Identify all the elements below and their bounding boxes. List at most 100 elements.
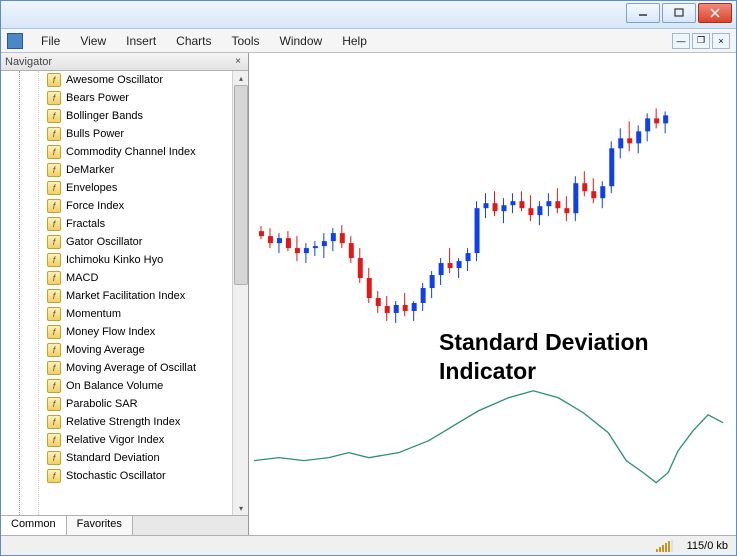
function-icon: f bbox=[47, 415, 61, 429]
function-icon: f bbox=[47, 91, 61, 105]
navigator-tabs: Common Favorites bbox=[1, 515, 248, 535]
chart-area[interactable]: Standard Deviation Indicator bbox=[249, 53, 736, 535]
indicator-item[interactable]: f Money Flow Index bbox=[39, 323, 232, 341]
connection-bars-icon bbox=[656, 540, 673, 552]
indicator-item[interactable]: f Stochastic Oscillator bbox=[39, 467, 232, 485]
function-icon: f bbox=[47, 469, 61, 483]
function-icon: f bbox=[47, 127, 61, 141]
function-icon: f bbox=[47, 289, 61, 303]
function-icon: f bbox=[47, 235, 61, 249]
indicator-label: Bollinger Bands bbox=[66, 110, 143, 122]
indicator-item[interactable]: fDeMarker bbox=[39, 161, 232, 179]
scroll-down-icon[interactable]: ▾ bbox=[234, 501, 248, 515]
indicator-item[interactable]: fBears Power bbox=[39, 89, 232, 107]
annotation-line2: Indicator bbox=[439, 357, 649, 386]
minimize-button[interactable] bbox=[626, 3, 660, 23]
function-icon: f bbox=[47, 271, 61, 285]
scrollbar[interactable]: ▴ ▾ bbox=[232, 71, 248, 515]
indicator-item[interactable]: f Awesome Oscillator bbox=[39, 71, 232, 89]
indicator-item[interactable]: f Moving Average of Oscillat bbox=[39, 359, 232, 377]
menubar: File View Insert Charts Tools Window Hel… bbox=[1, 29, 736, 53]
navigator-title: Navigator bbox=[5, 56, 52, 68]
function-icon: f bbox=[47, 325, 61, 339]
indicator-label: Gator Oscillator bbox=[66, 236, 142, 248]
function-icon: f bbox=[47, 379, 61, 393]
indicator-label: Market Facilitation Index bbox=[66, 290, 185, 302]
indicator-item[interactable]: f Bollinger Bands bbox=[39, 107, 232, 125]
indicator-item[interactable]: f Relative Strength Index bbox=[39, 413, 232, 431]
indicator-label: Momentum bbox=[66, 308, 121, 320]
close-button[interactable] bbox=[698, 3, 732, 23]
function-icon: f bbox=[47, 433, 61, 447]
navigator-close-icon[interactable]: × bbox=[232, 56, 244, 67]
connection-text: 115/0 kb bbox=[687, 540, 728, 552]
indicator-item[interactable]: f Envelopes bbox=[39, 179, 232, 197]
indicator-item[interactable]: f Bulls Power bbox=[39, 125, 232, 143]
indicator-item[interactable]: f Commodity Channel Index bbox=[39, 143, 232, 161]
function-icon: f bbox=[47, 145, 61, 159]
indicator-label: Relative Strength Index bbox=[66, 416, 180, 428]
tree-gutter bbox=[1, 71, 39, 515]
indicator-label: Money Flow Index bbox=[66, 326, 155, 338]
indicator-item[interactable]: f Momentum bbox=[39, 305, 232, 323]
indicator-label: MACD bbox=[66, 272, 98, 284]
indicator-item[interactable]: f Relative Vigor Index bbox=[39, 431, 232, 449]
indicator-label: Relative Vigor Index bbox=[66, 434, 164, 446]
menu-view[interactable]: View bbox=[70, 32, 116, 50]
function-icon: f bbox=[47, 361, 61, 375]
indicator-item[interactable]: f Moving Average bbox=[39, 341, 232, 359]
indicator-label: Parabolic SAR bbox=[66, 398, 138, 410]
tab-common[interactable]: Common bbox=[1, 516, 67, 535]
indicator-label: Standard Deviation bbox=[66, 452, 160, 464]
function-icon: f bbox=[47, 73, 61, 87]
maximize-button[interactable] bbox=[662, 3, 696, 23]
indicator-label: Stochastic Oscillator bbox=[66, 470, 166, 482]
app-icon bbox=[7, 33, 23, 49]
indicator-label: Moving Average of Oscillat bbox=[66, 362, 196, 374]
indicator-item[interactable]: fFractals bbox=[39, 215, 232, 233]
titlebar bbox=[1, 1, 736, 29]
indicator-label: Moving Average bbox=[66, 344, 145, 356]
scroll-thumb[interactable] bbox=[234, 85, 248, 285]
indicator-label: Force Index bbox=[66, 200, 124, 212]
mdi-minimize-button[interactable]: — bbox=[672, 33, 690, 49]
function-icon: f bbox=[47, 109, 61, 123]
indicator-item[interactable]: fForce Index bbox=[39, 197, 232, 215]
indicator-item[interactable]: f Market Facilitation Index bbox=[39, 287, 232, 305]
indicator-label: On Balance Volume bbox=[66, 380, 163, 392]
function-icon: f bbox=[47, 451, 61, 465]
menu-help[interactable]: Help bbox=[332, 32, 377, 50]
indicator-item[interactable]: f Parabolic SAR bbox=[39, 395, 232, 413]
mdi-restore-button[interactable]: ❐ bbox=[692, 33, 710, 49]
function-icon: f bbox=[47, 397, 61, 411]
menu-tools[interactable]: Tools bbox=[222, 32, 270, 50]
indicator-label: Fractals bbox=[66, 218, 105, 230]
function-icon: f bbox=[47, 181, 61, 195]
chart-canvas bbox=[249, 53, 736, 535]
indicator-label: DeMarker bbox=[66, 164, 114, 176]
mdi-close-button[interactable]: × bbox=[712, 33, 730, 49]
indicator-item[interactable]: f Standard Deviation bbox=[39, 449, 232, 467]
menu-insert[interactable]: Insert bbox=[116, 32, 166, 50]
annotation-line1: Standard Deviation bbox=[439, 328, 649, 357]
scroll-up-icon[interactable]: ▴ bbox=[234, 71, 248, 85]
indicator-item[interactable]: f On Balance Volume bbox=[39, 377, 232, 395]
chart-annotation: Standard Deviation Indicator bbox=[439, 328, 649, 386]
indicator-item[interactable]: f MACD bbox=[39, 269, 232, 287]
menu-file[interactable]: File bbox=[31, 32, 70, 50]
menu-window[interactable]: Window bbox=[270, 32, 333, 50]
function-icon: f bbox=[47, 307, 61, 321]
indicator-label: Envelopes bbox=[66, 182, 117, 194]
menu-charts[interactable]: Charts bbox=[166, 32, 221, 50]
indicator-list: fAwesome OscillatorfBears PowerfBollinge… bbox=[39, 71, 232, 515]
function-icon: f bbox=[47, 343, 61, 357]
indicator-label: Awesome Oscillator bbox=[66, 74, 163, 86]
app-window: File View Insert Charts Tools Window Hel… bbox=[0, 0, 737, 556]
indicator-item[interactable]: f Gator Oscillator bbox=[39, 233, 232, 251]
tab-favorites[interactable]: Favorites bbox=[67, 516, 133, 535]
indicator-item[interactable]: fIchimoku Kinko Hyo bbox=[39, 251, 232, 269]
function-icon: f bbox=[47, 253, 61, 267]
navigator-header: Navigator × bbox=[1, 53, 248, 71]
indicator-label: Commodity Channel Index bbox=[66, 146, 196, 158]
indicator-label: Bulls Power bbox=[66, 128, 124, 140]
